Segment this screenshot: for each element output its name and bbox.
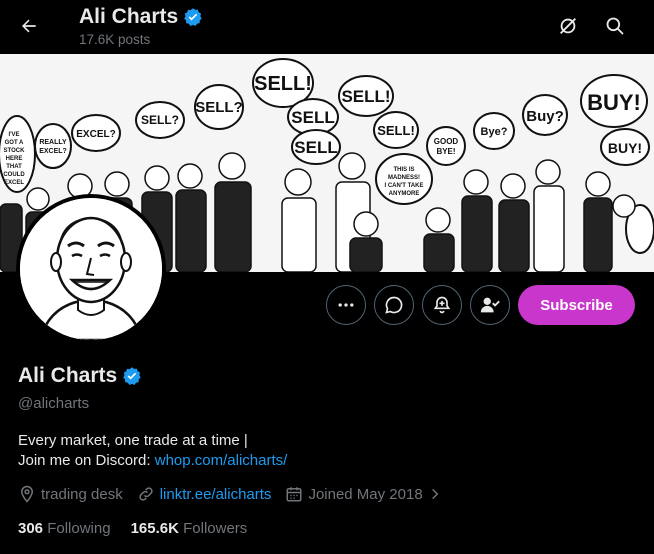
avatar-image bbox=[20, 198, 162, 340]
svg-text:ANYMORE: ANYMORE bbox=[389, 191, 420, 197]
svg-text:BUY!: BUY! bbox=[608, 140, 642, 156]
website-link[interactable]: linktr.ee/alicharts bbox=[160, 486, 272, 503]
header-title-block: Ali Charts 17.6K posts bbox=[79, 3, 203, 47]
profile-name: Ali Charts bbox=[18, 364, 118, 387]
bio-line-2: Join me on Discord: whop.com/alicharts/ bbox=[18, 451, 287, 471]
location-item: trading desk bbox=[18, 485, 123, 503]
search-button[interactable] bbox=[598, 9, 632, 43]
avatar-cartoon-face-icon bbox=[20, 198, 162, 340]
following-label: Following bbox=[47, 520, 111, 537]
svg-text:BYE!: BYE! bbox=[436, 147, 455, 156]
profile-bio: Every market, one trade at a time | Join… bbox=[18, 431, 287, 471]
svg-text:SELL: SELL bbox=[294, 138, 337, 157]
search-icon bbox=[606, 17, 624, 35]
following-button[interactable] bbox=[470, 285, 510, 325]
verified-badge-icon[interactable] bbox=[122, 366, 142, 386]
bio-link[interactable]: whop.com/alicharts/ bbox=[155, 452, 288, 469]
svg-text:SELL!: SELL! bbox=[341, 87, 390, 106]
svg-text:I CAN'T TAKE: I CAN'T TAKE bbox=[385, 183, 424, 189]
chevron-right-icon bbox=[431, 488, 439, 500]
header-title: Ali Charts bbox=[79, 5, 179, 28]
svg-text:SELL: SELL bbox=[291, 108, 334, 127]
followers-stat[interactable]: 165.6K Followers bbox=[131, 520, 248, 537]
svg-text:SELL!: SELL! bbox=[377, 123, 415, 138]
grok-button[interactable] bbox=[551, 9, 585, 43]
back-arrow-icon bbox=[22, 19, 36, 33]
link-icon bbox=[139, 487, 153, 501]
following-count: 306 bbox=[18, 520, 44, 537]
svg-text:HERE: HERE bbox=[6, 156, 23, 162]
svg-text:GOT A: GOT A bbox=[5, 140, 24, 146]
svg-text:MADNESS!: MADNESS! bbox=[388, 175, 420, 181]
notification-bell-icon bbox=[433, 296, 451, 314]
more-button[interactable] bbox=[326, 285, 366, 325]
svg-text:SELL!: SELL! bbox=[254, 73, 312, 95]
following-stat[interactable]: 306 Following bbox=[18, 520, 111, 537]
posts-count: 17.6K posts bbox=[79, 32, 151, 47]
profile-stats: 306 Following 165.6K Followers bbox=[18, 520, 267, 537]
bio-line-1: Every market, one trade at a time | bbox=[18, 432, 248, 449]
message-button[interactable] bbox=[374, 285, 414, 325]
back-button[interactable] bbox=[12, 9, 46, 43]
bio-line-2-prefix: Join me on Discord: bbox=[18, 452, 155, 469]
message-icon bbox=[385, 296, 403, 314]
joined-item[interactable]: Joined May 2018 bbox=[285, 485, 441, 503]
svg-text:SELL?: SELL? bbox=[141, 113, 179, 127]
profile-name-row: Ali Charts bbox=[18, 364, 142, 388]
more-icon bbox=[338, 303, 354, 307]
subscribe-button[interactable]: Subscribe bbox=[518, 285, 635, 325]
svg-text:THAT: THAT bbox=[6, 164, 22, 170]
followers-count: 165.6K bbox=[130, 520, 179, 537]
joined-text: Joined May 2018 bbox=[308, 485, 423, 503]
svg-text:EXCEL: EXCEL bbox=[4, 180, 24, 186]
svg-text:REALLY: REALLY bbox=[39, 139, 67, 146]
svg-text:Buy?: Buy? bbox=[526, 108, 564, 125]
svg-text:THIS IS: THIS IS bbox=[393, 167, 414, 173]
grok-icon bbox=[560, 18, 576, 34]
profile-meta: trading desk linktr.ee/alicharts Joined … bbox=[18, 485, 456, 503]
avatar[interactable] bbox=[16, 194, 166, 344]
svg-text:EXCEL?: EXCEL? bbox=[76, 129, 115, 140]
followers-label: Followers bbox=[183, 520, 248, 537]
notification-button[interactable] bbox=[422, 285, 462, 325]
website-item: linktr.ee/alicharts bbox=[137, 485, 272, 503]
svg-text:GOOD: GOOD bbox=[434, 137, 459, 146]
location-icon bbox=[20, 485, 34, 503]
svg-text:COULD: COULD bbox=[3, 172, 25, 178]
profile-handle: @alicharts bbox=[18, 395, 90, 412]
location-text: trading desk bbox=[41, 485, 123, 503]
svg-text:SELL?: SELL? bbox=[195, 99, 243, 116]
svg-text:EXCEL?: EXCEL? bbox=[39, 148, 67, 155]
svg-text:I'VE: I'VE bbox=[8, 132, 19, 138]
top-bar: Ali Charts 17.6K posts bbox=[0, 0, 654, 54]
calendar-icon bbox=[286, 487, 302, 502]
verified-badge-icon bbox=[184, 8, 202, 26]
svg-text:Bye?: Bye? bbox=[481, 126, 508, 138]
svg-text:STOCK: STOCK bbox=[4, 148, 26, 154]
following-check-icon bbox=[480, 297, 500, 313]
svg-text:BUY!: BUY! bbox=[587, 90, 641, 115]
